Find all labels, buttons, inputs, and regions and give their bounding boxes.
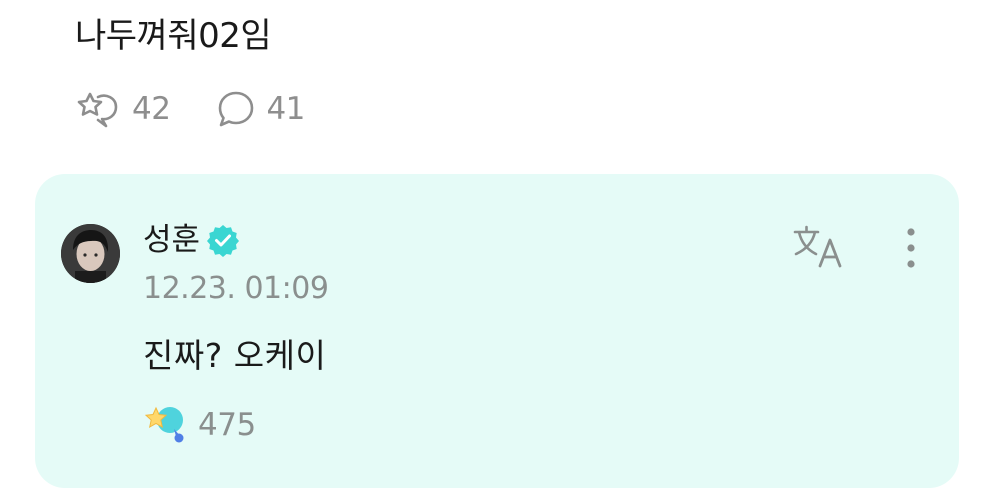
verified-badge-icon xyxy=(206,223,240,257)
comment-count: 41 xyxy=(266,91,305,127)
comment-button[interactable]: 41 xyxy=(216,89,305,129)
reply-text: 진짜? 오케이 xyxy=(143,336,327,375)
artist-reaction-count: 475 xyxy=(198,407,256,443)
author-row: 성훈 xyxy=(143,220,240,260)
post-text: 나두껴줘02임 xyxy=(75,16,272,56)
translate-icon xyxy=(790,225,846,276)
reaction-button[interactable]: 42 xyxy=(76,88,171,130)
translate-button[interactable] xyxy=(790,224,846,276)
comment-bubble-icon xyxy=(216,89,256,129)
artist-reply-card: 성훈 12.23. 01:09 진짜? 오케이 475 xyxy=(35,174,959,488)
reaction-count: 42 xyxy=(132,91,171,127)
reaction-icon xyxy=(76,88,122,130)
artist-reaction-button[interactable]: 475 xyxy=(144,402,256,448)
artist-reaction-icon xyxy=(144,402,188,448)
author-name[interactable]: 성훈 xyxy=(143,220,200,260)
more-vertical-icon xyxy=(901,228,921,274)
more-options-button[interactable] xyxy=(901,226,921,270)
reply-timestamp: 12.23. 01:09 xyxy=(143,271,329,306)
avatar[interactable] xyxy=(61,224,120,283)
post-actions: 42 41 xyxy=(76,86,305,132)
post-view: 나두껴줘02임 42 41 성훈 12.23. 01:09 진짜? 오케이 47… xyxy=(0,0,984,499)
